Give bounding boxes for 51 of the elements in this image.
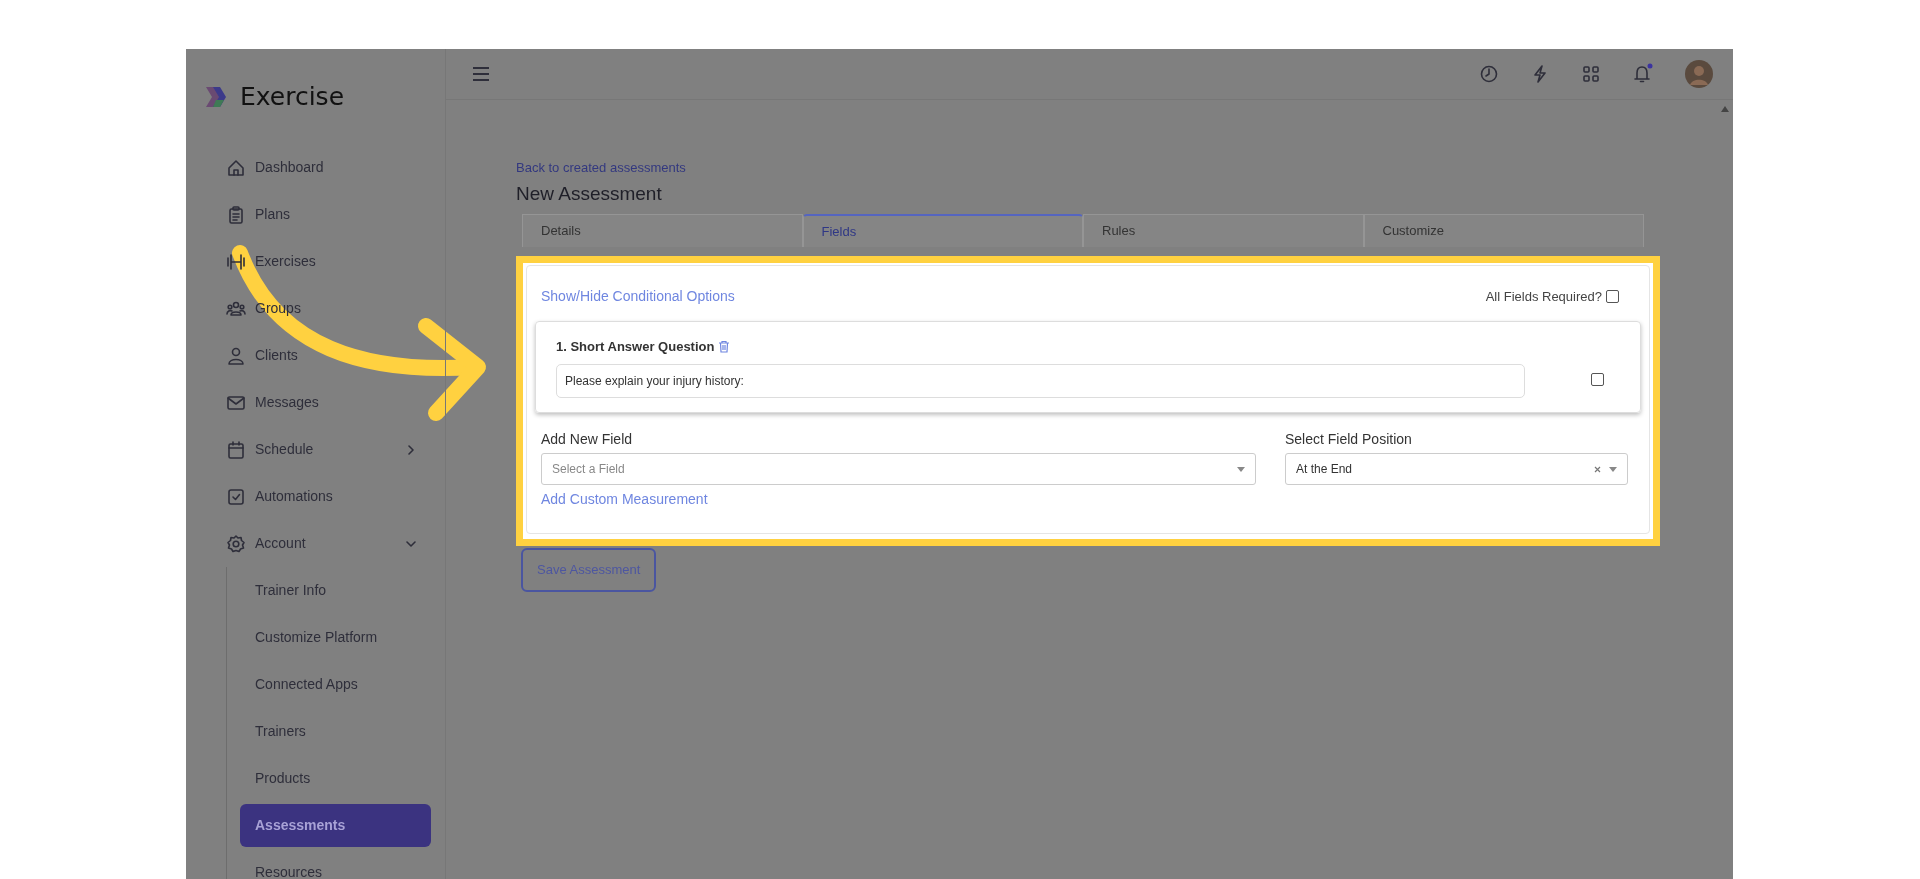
sidebar-subitem[interactable]: Assessments — [240, 804, 431, 847]
tab[interactable]: Details — [522, 213, 803, 247]
clipboard-icon — [226, 204, 246, 225]
sidebar-item[interactable]: Clients — [186, 332, 445, 379]
checkbox-icon — [226, 486, 246, 507]
field-select[interactable]: Select a Field — [541, 453, 1256, 486]
sidebar-subitem[interactable]: Products — [227, 755, 445, 802]
conditional-options-link[interactable]: Show/Hide Conditional Options — [541, 285, 735, 307]
sidebar-subitem[interactable]: Customize Platform — [227, 614, 445, 661]
avatar-icon[interactable] — [1685, 60, 1713, 88]
page-title: New Assessment — [516, 183, 663, 206]
tab[interactable]: Customize — [1363, 213, 1644, 247]
chevron-right-icon[interactable] — [405, 443, 417, 456]
position-select[interactable]: At the End — [1285, 453, 1628, 486]
question-input[interactable]: Please explain your injury history: — [556, 364, 1525, 399]
dumbbell-icon — [226, 251, 246, 272]
sidebar-item[interactable]: Automations — [186, 473, 445, 520]
clear-icon[interactable] — [1594, 465, 1601, 473]
all-required-label: All Fields Required? — [1485, 287, 1602, 306]
bell-icon[interactable] — [1632, 63, 1654, 85]
all-required-checkbox[interactable] — [1606, 289, 1619, 303]
clock-icon[interactable] — [1479, 64, 1499, 84]
sidebar-item[interactable]: Exercises — [186, 238, 445, 285]
menu-icon[interactable] — [472, 66, 490, 82]
tab[interactable]: Rules — [1083, 213, 1364, 247]
field-label: Select Field Position — [1285, 430, 1413, 450]
scroll-up-icon[interactable] — [1721, 106, 1729, 112]
caret-icon — [1609, 466, 1617, 472]
caret-icon — [1237, 466, 1245, 472]
sidebar-item[interactable]: Plans — [186, 191, 445, 238]
sidebar-item[interactable]: Dashboard — [186, 144, 445, 191]
question-title: 1. Short Answer Question — [556, 337, 715, 356]
sidebar-subitem[interactable]: Trainers — [227, 708, 445, 755]
grid-icon[interactable] — [1581, 64, 1601, 84]
sidebar-subitem[interactable]: Connected Apps — [227, 661, 445, 708]
person-icon — [226, 345, 246, 366]
question-checkbox[interactable] — [1591, 373, 1604, 387]
sidebar-subitem[interactable]: Resources — [227, 849, 445, 879]
sidebar-item[interactable]: Account — [186, 520, 445, 567]
field-label: Add New Field — [541, 430, 634, 450]
sidebar-item[interactable]: Schedule — [186, 426, 445, 473]
calendar-icon — [226, 439, 246, 460]
custom-measurement-link[interactable]: Add Custom Measurement — [541, 489, 708, 511]
sidebar-item[interactable]: Messages — [186, 379, 445, 426]
gear-icon — [226, 533, 246, 554]
trash-icon[interactable] — [718, 340, 731, 354]
app-name: Exercise — [240, 80, 345, 113]
home-icon — [226, 157, 246, 178]
back-link[interactable]: Back to created assessments — [516, 160, 686, 175]
tab[interactable]: Fields — [802, 213, 1083, 247]
sidebar-subitem[interactable]: Trainer Info — [227, 567, 445, 614]
